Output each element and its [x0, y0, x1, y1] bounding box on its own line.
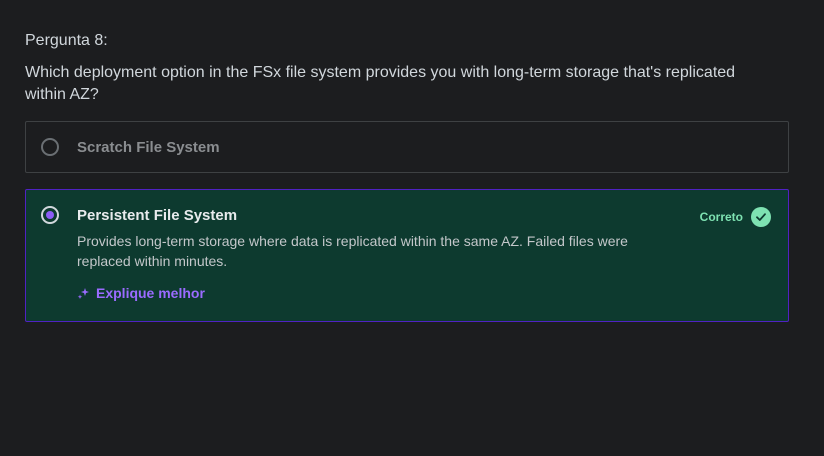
check-circle-icon [751, 207, 771, 227]
explain-more-button[interactable]: Explique melhor [77, 285, 205, 301]
question-text: Which deployment option in the FSx file … [25, 64, 736, 103]
radio-button-unselected[interactable] [41, 138, 59, 156]
explain-more-label: Explique melhor [96, 285, 205, 301]
sparkle-icon [77, 286, 91, 300]
answer-option-scratch[interactable]: Scratch File System [25, 121, 789, 173]
status-badge: Correto [699, 210, 743, 224]
option-explanation: Provides long-term storage where data is… [77, 233, 628, 269]
option-title: Scratch File System [77, 139, 220, 156]
answer-option-persistent[interactable]: Persistent File System Correto Provides … [25, 189, 789, 322]
question-number: Pergunta 8: [25, 32, 108, 49]
radio-button-selected[interactable] [41, 206, 59, 224]
option-title: Persistent File System [77, 207, 238, 224]
correct-status: Correto [700, 207, 771, 227]
quiz-question-panel: Pergunta 8: Which deployment option in t… [0, 0, 824, 456]
